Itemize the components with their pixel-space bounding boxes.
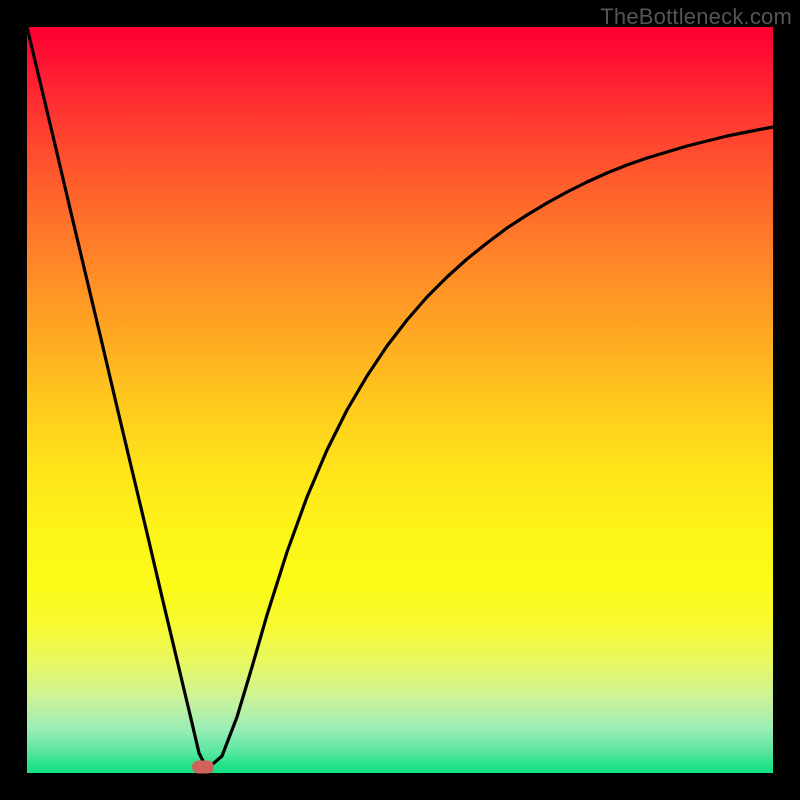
minimum-marker [192, 761, 214, 774]
chart-stage: TheBottleneck.com [0, 0, 800, 800]
plot-area [27, 27, 773, 773]
curve-svg [27, 27, 773, 773]
watermark-text: TheBottleneck.com [600, 4, 792, 30]
main-curve [27, 27, 773, 769]
